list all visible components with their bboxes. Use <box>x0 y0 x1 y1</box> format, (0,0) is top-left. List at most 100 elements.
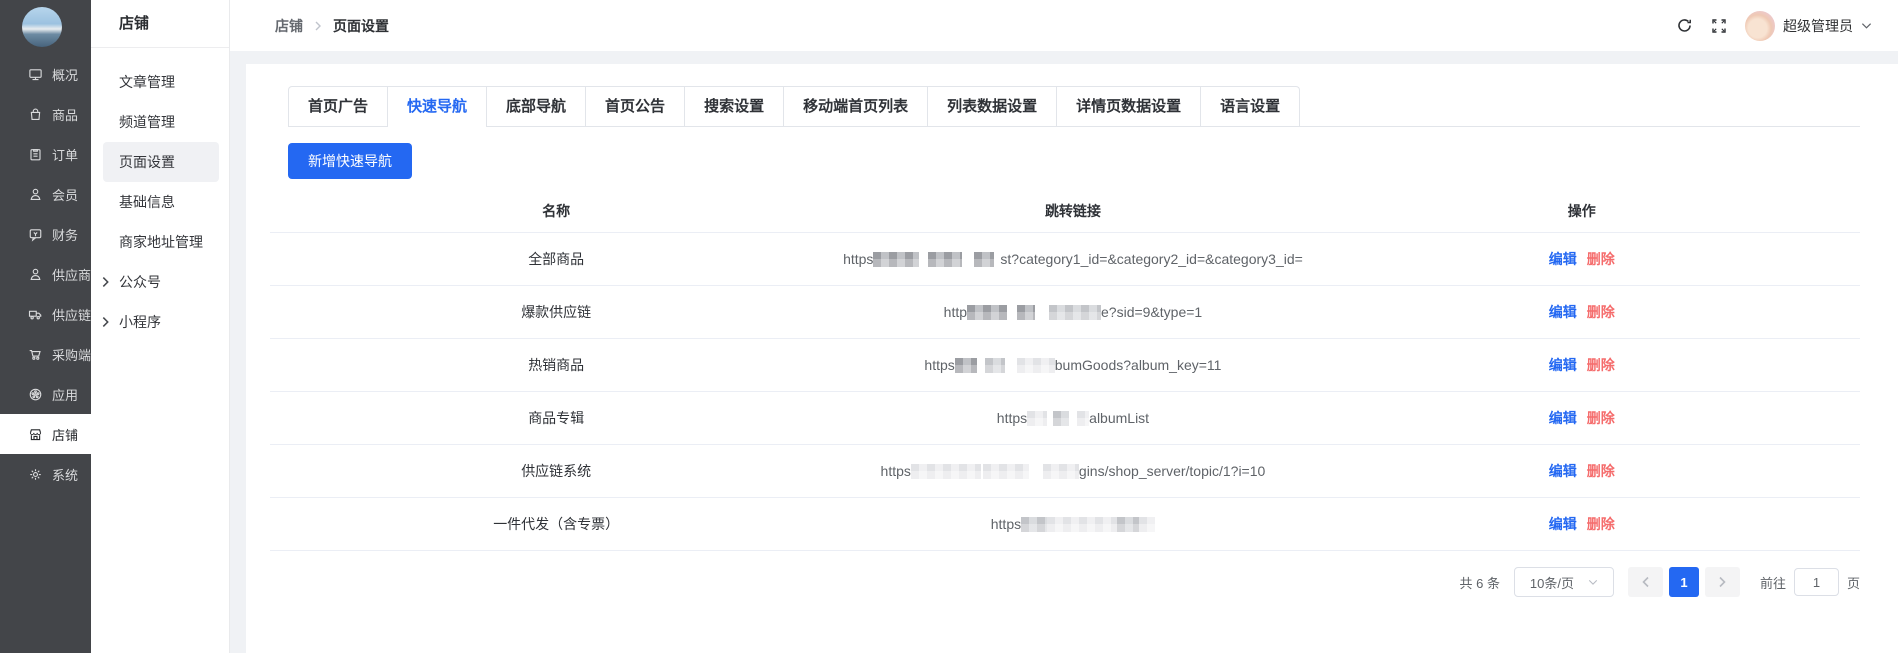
table-row: 爆款供应链httpe?sid=9&type=1编辑删除 <box>270 286 1860 339</box>
row-actions: 编辑删除 <box>1303 355 1860 375</box>
row-name: 供应链系统 <box>270 461 842 481</box>
submenu-item-label: 公众号 <box>119 272 161 292</box>
tab-详情页数据设置[interactable]: 详情页数据设置 <box>1056 86 1201 126</box>
edit-link[interactable]: 编辑 <box>1549 514 1577 534</box>
table-body: 全部商品 https st?category1_id=&category2_id=&… <box>270 233 1860 551</box>
tab-语言设置[interactable]: 语言设置 <box>1200 86 1300 126</box>
tab-bar: 首页广告快速导航底部导航首页公告搜索设置移动端首页列表列表数据设置详情页数据设置… <box>288 86 1860 127</box>
delete-link[interactable]: 删除 <box>1587 249 1615 269</box>
user-menu[interactable]: 超级管理员 <box>1745 11 1872 41</box>
delete-link[interactable]: 删除 <box>1587 302 1615 322</box>
tab-列表数据设置[interactable]: 列表数据设置 <box>927 86 1057 126</box>
row-name: 爆款供应链 <box>270 302 842 322</box>
redacted-url-segment <box>1007 305 1017 320</box>
delete-link[interactable]: 删除 <box>1587 355 1615 375</box>
table-row: 供应链系统httpsgins/shop_server/topic/1?i=10 编… <box>270 445 1860 498</box>
chevron-down-icon <box>1861 22 1872 30</box>
sidebar-item-procurement[interactable]: 采购端 <box>0 334 91 374</box>
row-name: 热销商品 <box>270 355 842 375</box>
redacted-url-segment <box>985 358 1005 373</box>
members-icon <box>28 187 43 202</box>
pager: 1 <box>1628 567 1740 597</box>
edit-link[interactable]: 编辑 <box>1549 408 1577 428</box>
tab-移动端首页列表[interactable]: 移动端首页列表 <box>783 86 928 126</box>
sidebar-item-finance[interactable]: 财务 <box>0 214 91 254</box>
refresh-icon[interactable] <box>1676 17 1693 34</box>
finance-icon <box>28 227 43 242</box>
url-suffix: st?category1_id=&category2_id=&category3… <box>1000 251 1302 267</box>
redacted-url-segment <box>955 358 977 373</box>
sidebar-item-orders[interactable]: 订单 <box>0 134 91 174</box>
table-row: 热销商品 https bumGoods?album_key=11 编辑删除 <box>270 339 1860 392</box>
submenu-item-频道管理[interactable]: 频道管理 <box>91 102 221 142</box>
submenu-item-公众号[interactable]: 公众号 <box>91 262 221 302</box>
add-quick-nav-button[interactable]: 新增快速导航 <box>288 143 412 179</box>
prev-page-button[interactable] <box>1628 567 1663 597</box>
row-link: httpsgins/shop_server/topic/1?i=10 <box>842 463 1303 479</box>
submenu-item-商家地址管理[interactable]: 商家地址管理 <box>91 222 221 262</box>
row-actions: 编辑删除 <box>1303 302 1860 322</box>
sidebar-item-label: 系统 <box>52 465 78 484</box>
page-size-select[interactable]: 10条/页 <box>1514 567 1614 597</box>
submenu-item-文章管理[interactable]: 文章管理 <box>91 62 221 102</box>
redacted-url-segment <box>1069 411 1077 426</box>
tab-首页公告[interactable]: 首页公告 <box>585 86 685 126</box>
sidebar-item-supply_chain[interactable]: 供应链 <box>0 294 91 334</box>
primary-sidebar-items: 概况商品订单会员财务供应商供应链采购端应用店铺系统 <box>0 54 91 494</box>
submenu-item-基础信息[interactable]: 基础信息 <box>91 182 221 222</box>
row-link: httpe?sid=9&type=1 <box>842 304 1303 320</box>
goto-page-input[interactable] <box>1794 568 1839 596</box>
tab-搜索设置[interactable]: 搜索设置 <box>684 86 784 126</box>
redacted-url-segment <box>1049 305 1101 320</box>
overview-icon <box>28 67 43 82</box>
submenu-item-页面设置[interactable]: 页面设置 <box>103 142 219 182</box>
delete-link[interactable]: 删除 <box>1587 461 1615 481</box>
sidebar-item-system[interactable]: 系统 <box>0 454 91 494</box>
redacted-url-segment <box>1117 517 1139 532</box>
table-row: 商品专辑httpsalbumList编辑删除 <box>270 392 1860 445</box>
next-page-button[interactable] <box>1705 567 1740 597</box>
fullscreen-icon[interactable] <box>1711 18 1727 34</box>
chevron-right-icon <box>100 315 111 329</box>
primary-sidebar: 概况商品订单会员财务供应商供应链采购端应用店铺系统 <box>0 0 91 653</box>
delete-link[interactable]: 删除 <box>1587 408 1615 428</box>
sidebar-item-label: 财务 <box>52 225 78 244</box>
breadcrumb-shop[interactable]: 店铺 <box>275 16 303 36</box>
sidebar-item-goods[interactable]: 商品 <box>0 94 91 134</box>
submenu-item-小程序[interactable]: 小程序 <box>91 302 221 342</box>
sidebar-item-members[interactable]: 会员 <box>0 174 91 214</box>
sidebar-item-label: 订单 <box>52 145 78 164</box>
url-prefix: https <box>997 410 1027 426</box>
url-prefix: http <box>944 304 967 320</box>
sidebar-item-label: 店铺 <box>52 425 78 444</box>
row-name: 全部商品 <box>270 249 842 269</box>
tab-首页广告[interactable]: 首页广告 <box>288 86 388 126</box>
url-prefix: https <box>924 357 954 373</box>
row-actions: 编辑删除 <box>1303 514 1860 534</box>
edit-link[interactable]: 编辑 <box>1549 249 1577 269</box>
row-link: https <box>842 516 1303 532</box>
sidebar-item-apps[interactable]: 应用 <box>0 374 91 414</box>
tab-快速导航[interactable]: 快速导航 <box>387 86 487 126</box>
delete-link[interactable]: 删除 <box>1587 514 1615 534</box>
redacted-url-segment <box>1043 464 1079 479</box>
sidebar-item-overview[interactable]: 概况 <box>0 54 91 94</box>
sidebar-item-supplier[interactable]: 供应商 <box>0 254 91 294</box>
tab-底部导航[interactable]: 底部导航 <box>486 86 586 126</box>
user-name: 超级管理员 <box>1783 16 1853 36</box>
sidebar-item-shop[interactable]: 店铺 <box>0 414 91 454</box>
edit-link[interactable]: 编辑 <box>1549 461 1577 481</box>
submenu-item-label: 频道管理 <box>119 112 175 132</box>
url-suffix: bumGoods?album_key=11 <box>1055 357 1222 373</box>
redacted-url-segment <box>1047 517 1117 532</box>
secondary-sidebar: 店铺 文章管理频道管理页面设置基础信息商家地址管理公众号小程序 <box>91 0 230 653</box>
workspace-avatar[interactable] <box>22 7 62 47</box>
current-page-button[interactable]: 1 <box>1669 567 1699 597</box>
page-unit-label: 页 <box>1847 573 1860 592</box>
url-prefix: https <box>991 516 1021 532</box>
edit-link[interactable]: 编辑 <box>1549 302 1577 322</box>
supplier-icon <box>28 267 43 282</box>
redacted-url-segment <box>983 464 1029 479</box>
edit-link[interactable]: 编辑 <box>1549 355 1577 375</box>
row-actions: 编辑删除 <box>1303 249 1860 269</box>
